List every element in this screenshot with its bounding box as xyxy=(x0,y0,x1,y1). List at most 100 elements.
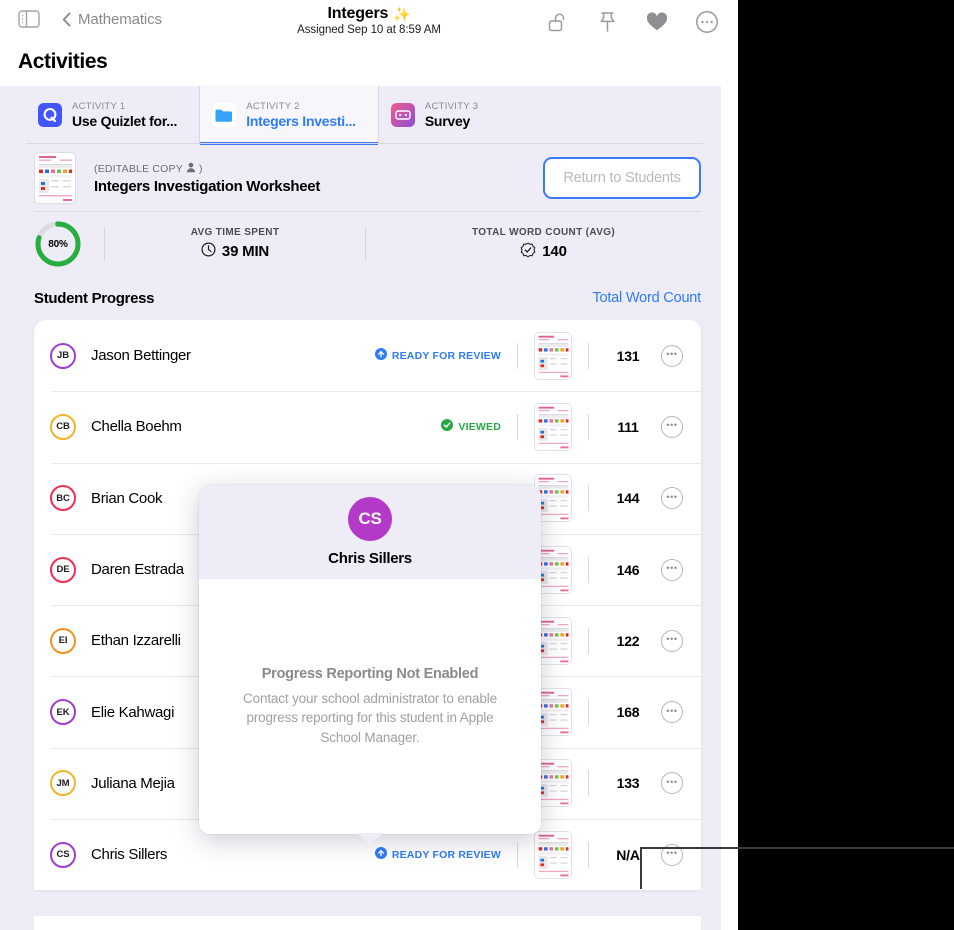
screen: Mathematics Integers ✨ Assigned Sep 10 a… xyxy=(0,0,954,930)
avatar: DE xyxy=(50,557,76,583)
ready-for-review-icon xyxy=(375,348,387,363)
avatar: JM xyxy=(50,770,76,796)
avatar-initials: BC xyxy=(56,493,70,504)
popover-message-description: Contact your school administrator to ena… xyxy=(233,689,507,746)
stat-word-count-label: TOTAL WORD COUNT (AVG) xyxy=(366,227,721,238)
popover-message-title: Progress Reporting Not Enabled xyxy=(262,666,478,682)
submission-thumbnail[interactable] xyxy=(534,403,572,451)
student-name: Daren Estrada xyxy=(91,561,184,578)
worksheet-text: (EDITABLE COPY ) Integers Investigation … xyxy=(94,162,320,195)
callout-leader-horizontal xyxy=(640,847,954,849)
checkmark-seal-icon xyxy=(520,242,536,262)
avatar: EK xyxy=(50,699,76,725)
chevron-left-icon xyxy=(62,12,71,27)
student-name: Ethan Izzarelli xyxy=(91,632,181,649)
popover-inner: CS Chris Sillers Progress Reporting Not … xyxy=(199,485,541,834)
avatar: CS xyxy=(348,497,392,541)
status-badge: READY FOR REVIEW xyxy=(375,847,501,862)
tab-3-text: ACTIVITY 3 Survey xyxy=(425,101,479,129)
avatar-initials: DE xyxy=(57,564,70,575)
word-count: 122 xyxy=(605,633,651,649)
stat-word-count-value-wrap: 140 xyxy=(366,242,721,262)
activity-tabs: ACTIVITY 1 Use Quizlet for... ACTIVITY 2… xyxy=(0,86,721,144)
avatar: CS xyxy=(50,842,76,868)
row-more-options-icon[interactable]: ••• xyxy=(661,345,683,367)
worksheet-kicker: (EDITABLE COPY ) xyxy=(94,162,320,176)
stats-bar: 80% AVG TIME SPENT 39 MIN xyxy=(0,212,721,276)
callout-leader-vertical xyxy=(640,847,642,889)
row-divider-right xyxy=(588,842,589,868)
avatar: JB xyxy=(50,343,76,369)
tab-activity-1[interactable]: ACTIVITY 1 Use Quizlet for... xyxy=(26,86,199,144)
list-bottom-edge xyxy=(34,916,701,930)
row-divider-left xyxy=(517,414,518,440)
tab-1-text: ACTIVITY 1 Use Quizlet for... xyxy=(72,101,177,129)
tab-3-kicker: ACTIVITY 3 xyxy=(425,101,479,112)
row-more-options-icon[interactable]: ••• xyxy=(661,772,683,794)
word-count: 168 xyxy=(605,704,651,720)
tab-2-name: Integers Investi... xyxy=(246,113,356,129)
app-window: Mathematics Integers ✨ Assigned Sep 10 a… xyxy=(0,0,738,930)
tab-activity-3[interactable]: ACTIVITY 3 Survey xyxy=(378,86,501,144)
row-divider-right xyxy=(588,628,589,654)
page-title: Activities xyxy=(18,50,107,74)
worksheet-name: Integers Investigation Worksheet xyxy=(94,178,320,195)
popover-body: Progress Reporting Not Enabled Contact y… xyxy=(199,579,541,834)
row-divider-left xyxy=(517,343,518,369)
row-more-options-icon[interactable]: ••• xyxy=(661,487,683,509)
word-count: 146 xyxy=(605,562,651,578)
popover-tail xyxy=(357,833,383,845)
word-count: 111 xyxy=(605,419,651,435)
avatar-initials: EK xyxy=(57,707,70,718)
submission-thumbnail[interactable] xyxy=(534,332,572,380)
submission-thumbnail[interactable] xyxy=(534,831,572,879)
word-count: 131 xyxy=(605,348,651,364)
avatar-initials: JB xyxy=(57,350,69,361)
stat-avg-time-value: 39 MIN xyxy=(222,243,269,260)
heart-icon[interactable] xyxy=(644,9,670,35)
avatar: CB xyxy=(50,414,76,440)
back-label: Mathematics xyxy=(78,11,162,28)
row-more-options-icon[interactable]: ••• xyxy=(661,416,683,438)
completion-ring: 80% xyxy=(34,220,82,268)
avatar-initials: EI xyxy=(59,635,68,646)
row-divider-right xyxy=(588,699,589,725)
sort-total-word-count-link[interactable]: Total Word Count xyxy=(592,290,701,306)
more-options-icon[interactable] xyxy=(694,9,720,35)
student-name: Jason Bettinger xyxy=(91,347,191,364)
row-divider-left xyxy=(517,842,518,868)
avatar: BC xyxy=(50,485,76,511)
table-row[interactable]: JB Jason Bettinger READY FOR REVIEW 131 ••• xyxy=(34,320,701,391)
student-progress-header: Student Progress Total Word Count xyxy=(0,276,721,320)
stat-avg-time-value-wrap: 39 MIN xyxy=(105,242,365,261)
tab-2-text: ACTIVITY 2 Integers Investi... xyxy=(246,101,356,129)
sidebar-toggle-icon[interactable] xyxy=(18,10,40,28)
unlock-icon[interactable] xyxy=(544,9,570,35)
document-title: Integers ✨ xyxy=(328,5,411,23)
toolbar: Mathematics Integers ✨ Assigned Sep 10 a… xyxy=(0,0,738,44)
word-count: 133 xyxy=(605,775,651,791)
row-more-options-icon[interactable]: ••• xyxy=(661,630,683,652)
stat-avg-time-label: AVG TIME SPENT xyxy=(105,227,365,238)
tab-1-name: Use Quizlet for... xyxy=(72,113,177,129)
avatar: EI xyxy=(50,628,76,654)
student-name: Elie Kahwagi xyxy=(91,704,174,721)
row-more-options-icon[interactable]: ••• xyxy=(661,559,683,581)
stat-avg-time-spent: AVG TIME SPENT 39 MIN xyxy=(105,227,365,261)
return-to-students-button[interactable]: Return to Students xyxy=(543,157,701,199)
worksheet-thumbnail[interactable] xyxy=(34,152,76,204)
table-row[interactable]: CBChella BoehmVIEWED111••• xyxy=(34,391,701,462)
completion-percent: 80% xyxy=(34,220,82,268)
tab-3-name: Survey xyxy=(425,113,479,129)
popover-header: CS Chris Sillers xyxy=(199,485,541,579)
row-divider-right xyxy=(588,557,589,583)
pin-icon[interactable] xyxy=(594,9,620,35)
stat-word-count-value: 140 xyxy=(542,243,566,260)
status-badge-label: READY FOR REVIEW xyxy=(392,350,501,362)
back-button[interactable]: Mathematics xyxy=(62,11,162,28)
row-more-options-icon[interactable]: ••• xyxy=(661,701,683,723)
tab-activity-2[interactable]: ACTIVITY 2 Integers Investi... xyxy=(199,86,378,144)
person-icon xyxy=(186,162,196,176)
stat-total-word-count: TOTAL WORD COUNT (AVG) 140 xyxy=(366,227,721,262)
clock-icon xyxy=(201,242,216,261)
